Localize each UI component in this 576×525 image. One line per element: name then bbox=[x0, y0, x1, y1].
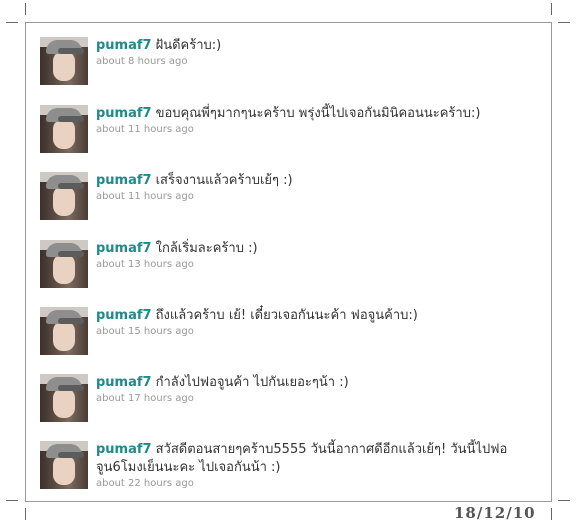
tweet-timestamp[interactable]: about 8 hours ago bbox=[96, 56, 536, 67]
tweet-username[interactable]: pumaf7 bbox=[96, 38, 152, 53]
crop-mark-top-left-v bbox=[25, 3, 26, 15]
tweet-timestamp[interactable]: about 11 hours ago bbox=[96, 191, 536, 202]
tweet-username[interactable]: pumaf7 bbox=[96, 241, 152, 256]
crop-mark-bottom-left-h bbox=[6, 500, 18, 501]
tweet-timestamp[interactable]: about 15 hours ago bbox=[96, 326, 536, 337]
tweet-timestamp[interactable]: about 11 hours ago bbox=[96, 124, 536, 135]
tweet-timestamp[interactable]: about 17 hours ago bbox=[96, 393, 536, 404]
user-avatar[interactable] bbox=[40, 307, 88, 355]
crop-mark-top-left-h bbox=[6, 22, 18, 23]
tweet-text: สวัสดีตอนสายๆคร้าบ5555 วันนี้อากาศดีอีกแ… bbox=[96, 442, 508, 475]
crop-mark-bottom-left-v bbox=[25, 508, 26, 520]
tweet-timestamp[interactable]: about 13 hours ago bbox=[96, 259, 536, 270]
tweet-username[interactable]: pumaf7 bbox=[96, 442, 152, 457]
crop-mark-top-right-h bbox=[558, 22, 570, 23]
user-avatar[interactable] bbox=[40, 172, 88, 220]
user-avatar[interactable] bbox=[40, 37, 88, 85]
tweet-text: ขอบคุณพี่ๆมากๆนะคร้าบ พรุ่งนี้ไปเจอกันมิ… bbox=[155, 106, 481, 121]
crop-mark-bottom-right-v bbox=[551, 508, 552, 520]
tweet-text: ใกล้เริ่มละคร้าบ :) bbox=[155, 241, 258, 256]
crop-mark-top-right-v bbox=[551, 3, 552, 15]
user-avatar[interactable] bbox=[40, 441, 88, 489]
tweet-username[interactable]: pumaf7 bbox=[96, 106, 152, 121]
tweet-text: กำลังไปฟอจูนค้า ไปกันเยอะๆน้า :) bbox=[155, 375, 349, 390]
user-avatar[interactable] bbox=[40, 105, 88, 153]
tweet-username[interactable]: pumaf7 bbox=[96, 173, 152, 188]
tweet-text: ฝันดีคร้าบ:) bbox=[155, 38, 222, 53]
crop-mark-bottom-right-h bbox=[558, 500, 570, 501]
tweet-timestamp[interactable]: about 22 hours ago bbox=[96, 478, 536, 489]
tweet-panel: pumaf7 ฝันดีคร้าบ:) about 8 hours ago pum… bbox=[25, 22, 552, 502]
user-avatar[interactable] bbox=[40, 240, 88, 288]
tweet-text: ถึงแล้วคร้าบ เย้! เดี๋ยวเจอกันนะค้า ฟอจู… bbox=[155, 308, 418, 323]
user-avatar[interactable] bbox=[40, 374, 88, 422]
tweet-username[interactable]: pumaf7 bbox=[96, 375, 152, 390]
date-stamp: 18/12/10 bbox=[454, 504, 536, 522]
tweet-username[interactable]: pumaf7 bbox=[96, 308, 152, 323]
tweet-text: เสร็จงานแล้วคร้าบเย้ๆ :) bbox=[155, 173, 293, 188]
